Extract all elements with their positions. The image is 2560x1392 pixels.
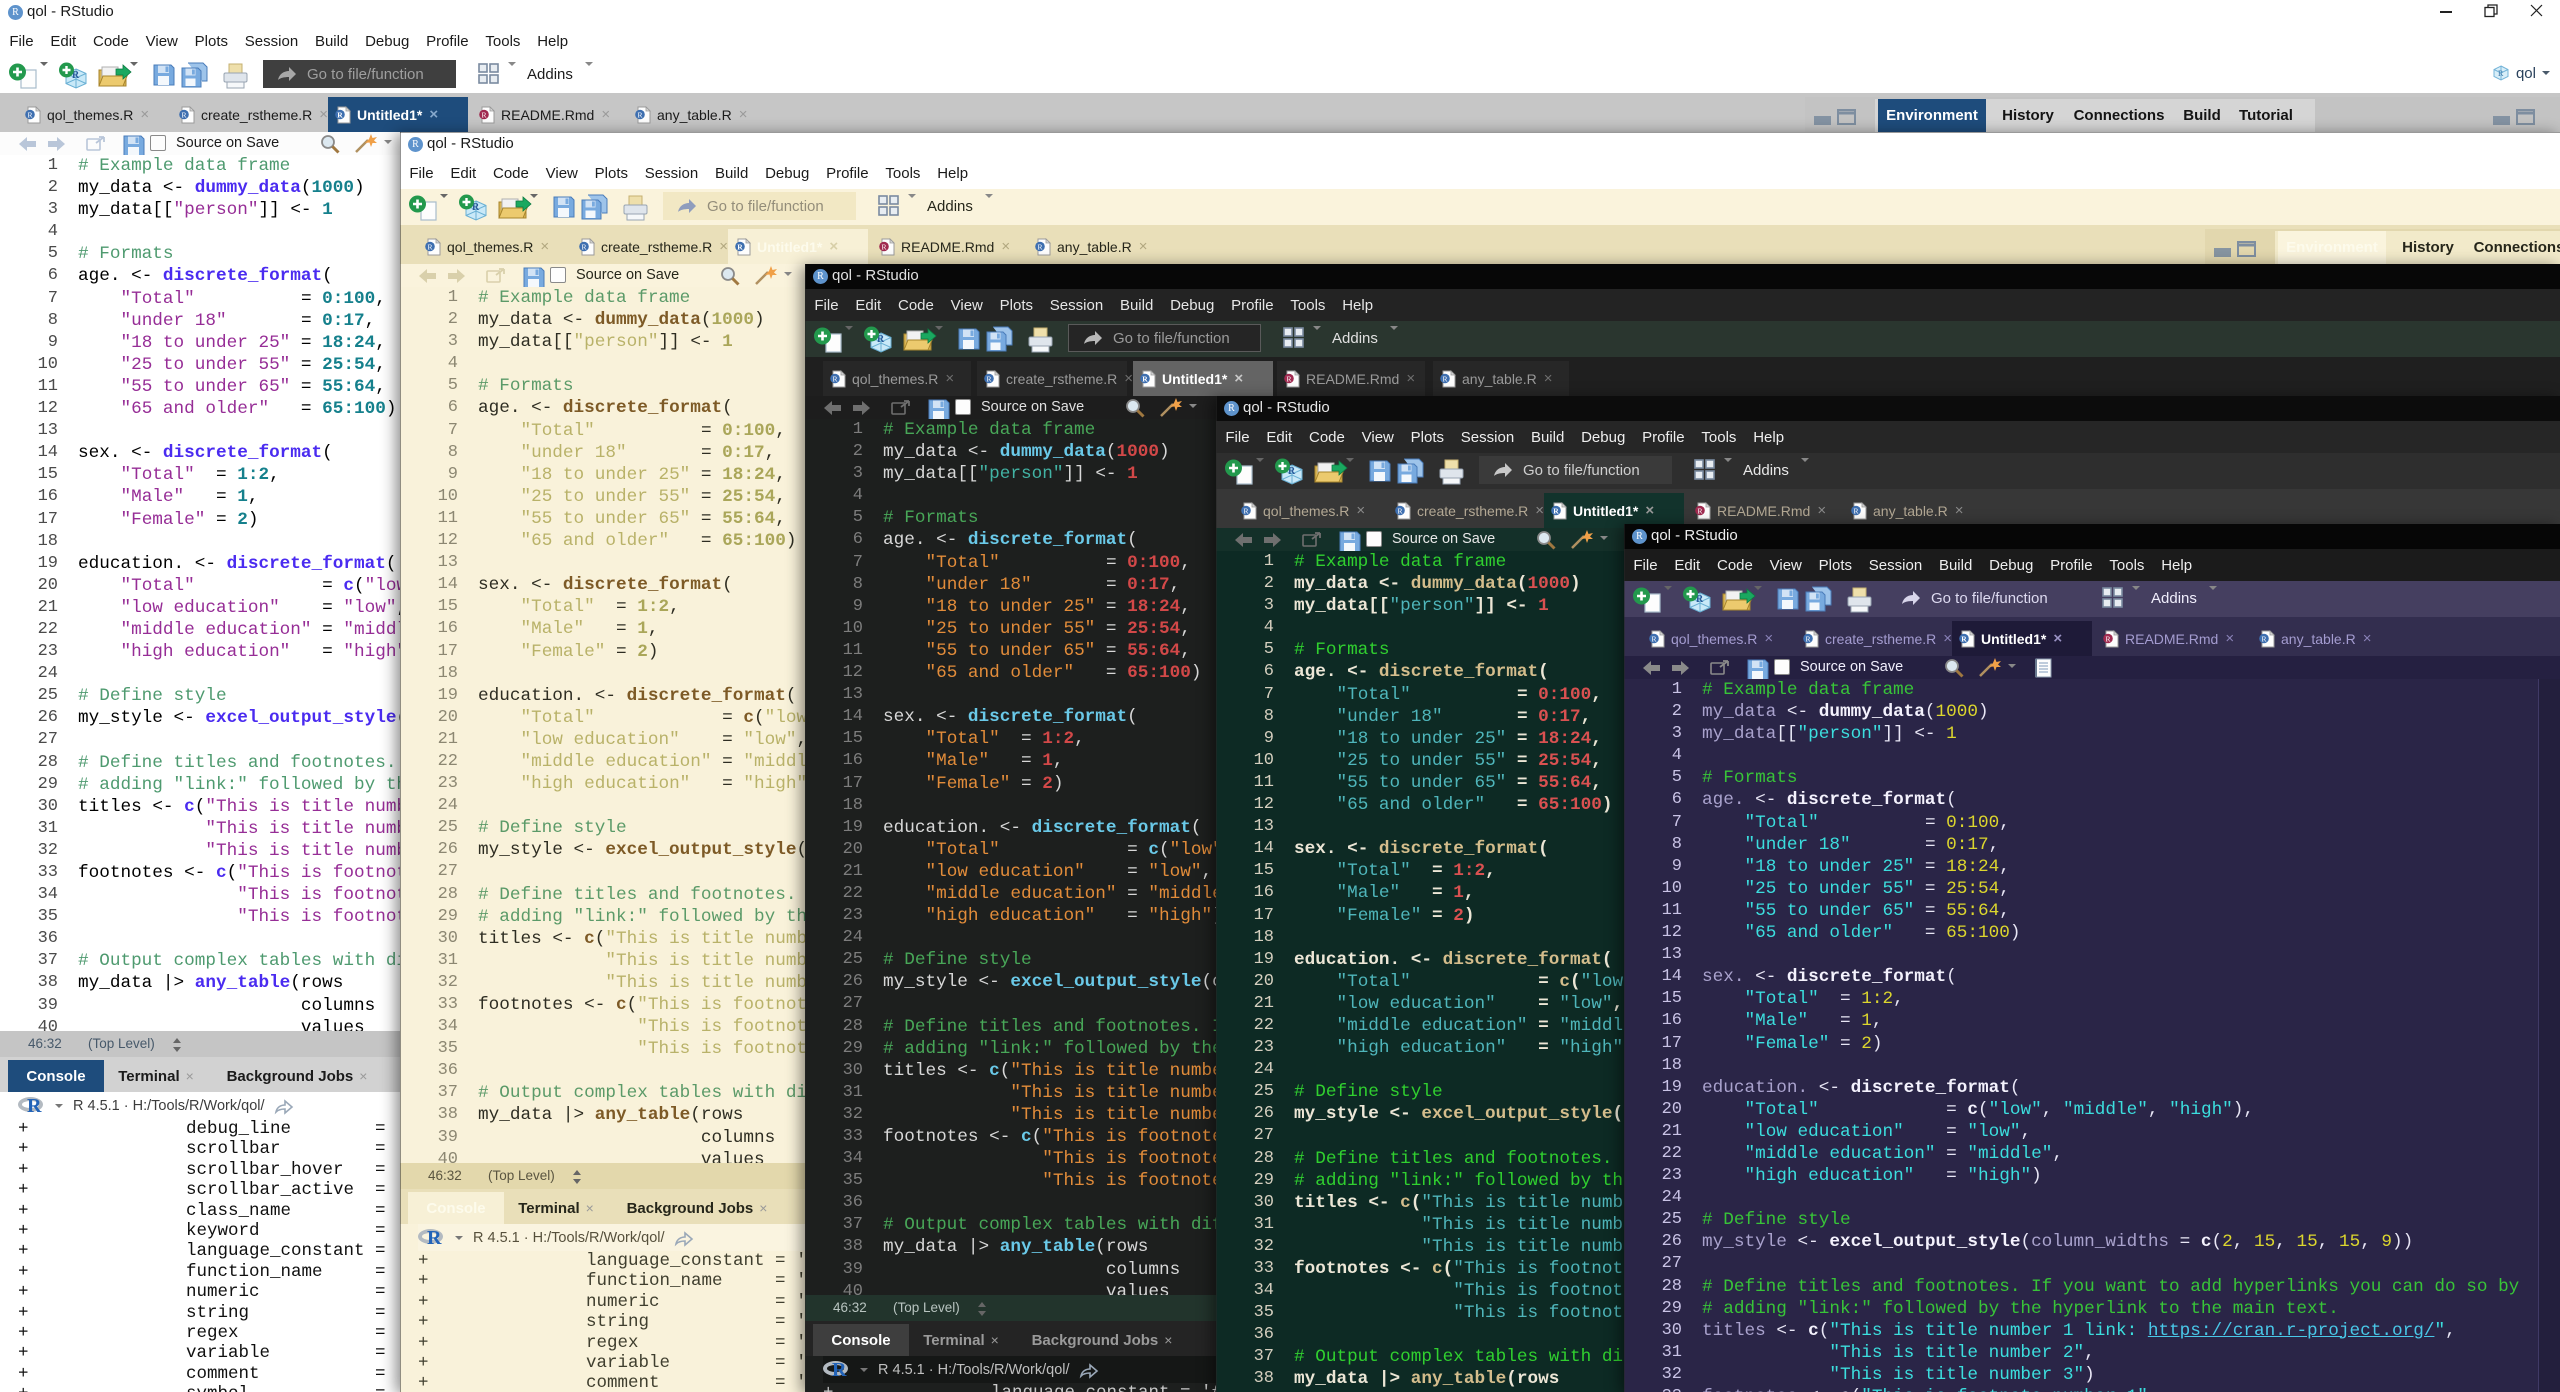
- svg-text:R: R: [481, 110, 486, 119]
- svg-text:R: R: [637, 110, 642, 119]
- svg-text:R: R: [1243, 506, 1248, 515]
- svg-text:R: R: [427, 242, 432, 251]
- svg-text:R: R: [737, 242, 743, 251]
- svg-text:R: R: [1286, 374, 1291, 383]
- svg-text:R: R: [986, 374, 991, 383]
- svg-text:R: R: [832, 374, 837, 383]
- svg-text:R: R: [1853, 506, 1858, 515]
- svg-text:R: R: [2498, 69, 2504, 78]
- svg-text:R: R: [1142, 374, 1148, 383]
- svg-text:R: R: [1442, 374, 1447, 383]
- svg-text:R: R: [581, 242, 586, 251]
- svg-text:R: R: [181, 110, 186, 119]
- svg-text:R: R: [1961, 634, 1967, 643]
- svg-text:R: R: [1697, 506, 1702, 515]
- svg-text:R: R: [1553, 506, 1559, 515]
- svg-text:R: R: [2261, 634, 2266, 643]
- svg-text:R: R: [1397, 506, 1402, 515]
- svg-text:R: R: [881, 242, 886, 251]
- svg-text:R: R: [1805, 634, 1810, 643]
- svg-text:R: R: [27, 110, 32, 119]
- svg-text:R: R: [1037, 242, 1042, 251]
- svg-text:R: R: [337, 110, 343, 119]
- svg-text:R: R: [1651, 634, 1656, 643]
- svg-text:R: R: [2105, 634, 2110, 643]
